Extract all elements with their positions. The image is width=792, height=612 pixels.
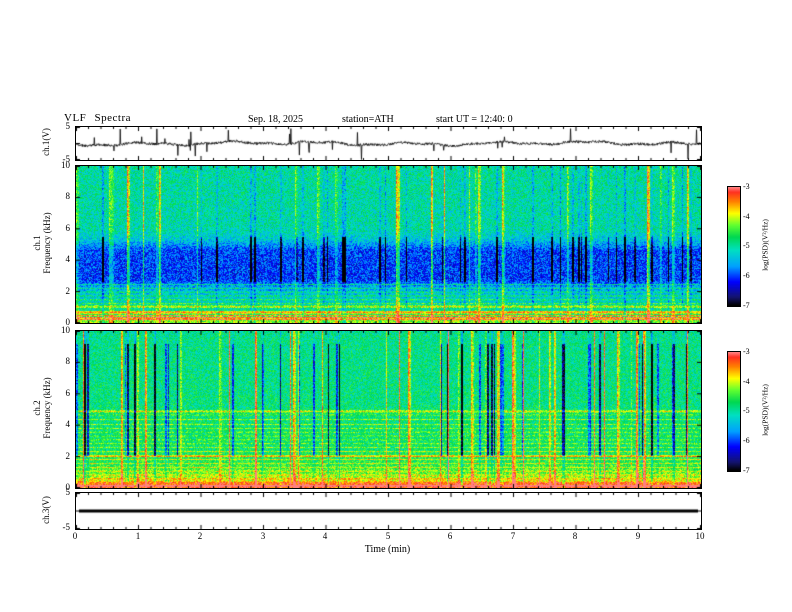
cbar2-tick-m7: -7 [743, 466, 750, 475]
xtick-2: 2 [197, 531, 203, 541]
spec2-ytick-8: 8 [65, 356, 71, 366]
spec1-ytick-4: 4 [65, 254, 71, 264]
cbar1-label: log(PSD)(V²/Hz) [760, 219, 770, 271]
spec1-ytick-8: 8 [65, 191, 71, 201]
cbar1-tick-m6: -6 [743, 271, 750, 280]
cbar2-tick-m4: -4 [743, 377, 750, 386]
ch1-voltage-axis-label: ch.1(V) [41, 128, 51, 156]
cbar1-tick-m3: -3 [743, 182, 750, 191]
spec2-ytick-6: 6 [65, 388, 71, 398]
xtick-5: 5 [385, 531, 391, 541]
xtick-3: 3 [260, 531, 266, 541]
xtick-0: 0 [72, 531, 78, 541]
start-ut-label: start UT = 12:40: 0 [436, 114, 513, 125]
figure-date: Sep. 18, 2025 [248, 114, 303, 125]
spec1-ytick-10: 10 [61, 160, 70, 170]
ch1-waveform-plot [75, 126, 702, 161]
spec1-ytick-6: 6 [65, 223, 71, 233]
cbar1-tick-m7: -7 [743, 301, 750, 310]
colorbar-1 [727, 186, 741, 307]
ch3-waveform-plot [75, 492, 702, 530]
xtick-8: 8 [572, 531, 578, 541]
xtick-9: 9 [635, 531, 641, 541]
cbar2-tick-m6: -6 [743, 436, 750, 445]
xtick-1: 1 [135, 531, 141, 541]
station-label: station=ATH [342, 114, 394, 125]
spec2-frequency-axis-label: Frequency (kHz) [42, 377, 52, 439]
spec2-ytick-4: 4 [65, 419, 71, 429]
cbar2-tick-m5: -5 [743, 406, 750, 415]
cbar1-tick-m5: -5 [743, 241, 750, 250]
ch1-spectrogram-plot [75, 165, 702, 324]
cbar1-tick-m4: -4 [743, 212, 750, 221]
xtick-6: 6 [447, 531, 453, 541]
colorbar-2 [727, 351, 741, 472]
time-axis-label: Time (min) [364, 544, 411, 555]
ch3-ytick-top: 5 [65, 487, 71, 497]
vlf-spectra-figure: VLF Spectra Sep. 18, 2025 station=ATH st… [0, 0, 792, 612]
xtick-10: 10 [695, 531, 705, 541]
spec1-frequency-axis-label: Frequency (kHz) [42, 212, 52, 274]
cbar2-label: log(PSD)(V²/Hz) [760, 384, 770, 436]
spec1-ytick-2: 2 [65, 286, 71, 296]
ch1-ytick-top: 5 [65, 121, 71, 131]
spec2-ytick-2: 2 [65, 451, 71, 461]
xtick-4: 4 [322, 531, 328, 541]
ch2-spectrogram-plot [75, 330, 702, 489]
ch3-voltage-axis-label: ch.3(V) [41, 496, 51, 524]
spec2-channel-label: ch.2 [32, 400, 42, 416]
spec1-channel-label: ch.1 [32, 235, 42, 251]
cbar2-tick-m3: -3 [743, 347, 750, 356]
figure-title: VLF Spectra [64, 112, 132, 124]
xtick-7: 7 [510, 531, 516, 541]
spec2-ytick-10: 10 [61, 325, 70, 335]
